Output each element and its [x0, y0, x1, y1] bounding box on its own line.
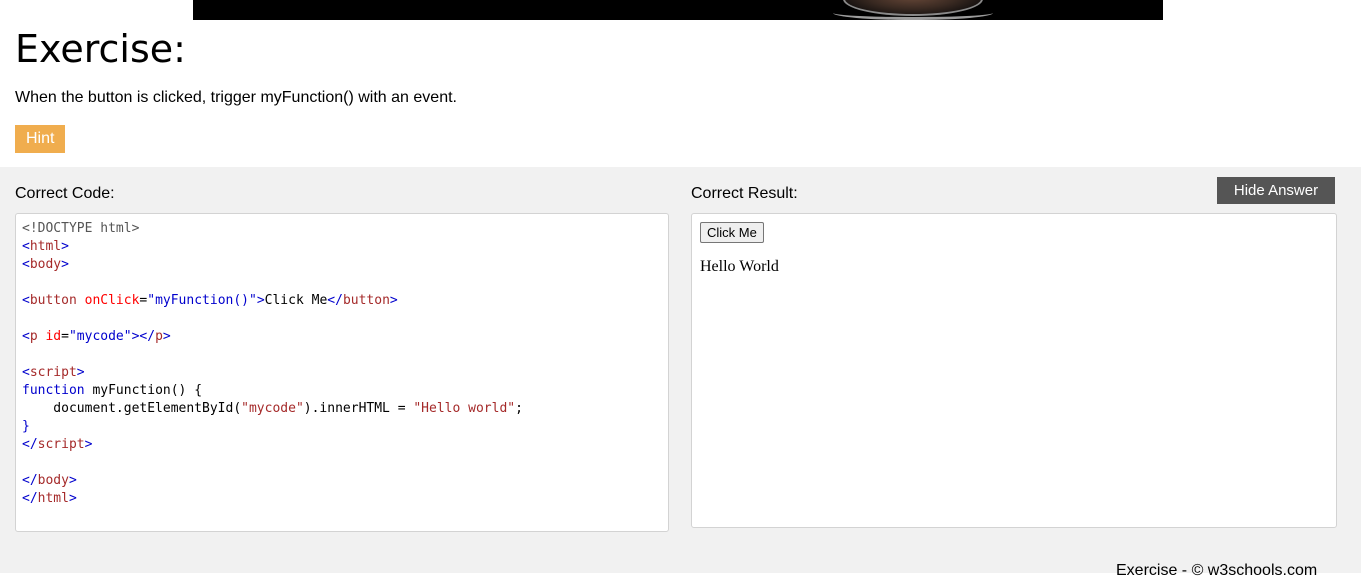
code-attr-id-value: "mycode" [68, 329, 132, 344]
code-statement-arg: "mycode" [241, 401, 304, 416]
code-function-declaration: myFunction() { [84, 383, 203, 398]
code-statement-mid: ).innerHTML = [303, 401, 414, 416]
code-line-script-open: <script> [22, 365, 85, 380]
answer-area: Correct Code: Correct Result: Hide Answe… [0, 167, 1361, 579]
code-attr-id: id [45, 329, 62, 344]
code-brace-close: } [22, 419, 30, 434]
code-tag-html-close: html [37, 491, 69, 506]
code-line-html-open: <html> [22, 239, 69, 254]
code-tag-script-close: script [37, 437, 85, 452]
code-statement-string: "Hello world" [413, 401, 516, 416]
code-doctype: <!DOCTYPE html> [22, 221, 140, 236]
code-tag-button: button [29, 293, 77, 308]
code-tag-script: script [29, 365, 77, 380]
footer-credit: Exercise - © w3schools.com [1116, 562, 1318, 579]
code-button-text: Click Me [264, 293, 328, 308]
code-attr-onclick: onClick [84, 293, 140, 308]
code-tag-body-close: body [37, 473, 69, 488]
hide-answer-button[interactable]: Hide Answer [1217, 177, 1335, 204]
code-line-body-close: </body> [22, 473, 77, 488]
hint-button[interactable]: Hint [15, 125, 66, 153]
code-line-statement: document.getElementById("mycode").innerH… [22, 400, 668, 418]
code-line-button: <button onClick="myFunction()">Click Me<… [22, 293, 398, 308]
code-tag-body: body [29, 257, 62, 272]
code-line-p: <p id="mycode"></p> [22, 329, 171, 344]
code-statement-end: ; [515, 401, 523, 416]
exercise-instruction: When the button is clicked, trigger myFu… [15, 89, 457, 106]
code-tag-p: p [29, 329, 38, 344]
code-tag-button-close: button [342, 293, 390, 308]
code-line-doctype: <!DOCTYPE html> [22, 220, 668, 238]
code-line-html-close: </html> [22, 491, 77, 506]
correct-result-box: Click Me Hello World [691, 213, 1337, 528]
correct-result-label: Correct Result: [691, 185, 798, 202]
click-me-button[interactable]: Click Me [700, 222, 764, 243]
code-statement-start: document.getElementById( [22, 401, 242, 416]
code-line-brace: } [22, 418, 668, 436]
page-title: Exercise: [15, 27, 186, 71]
correct-code-box: <!DOCTYPE html> <html> <body> <button on… [15, 213, 669, 532]
result-output-text: Hello World [700, 258, 779, 275]
correct-code-label: Correct Code: [15, 185, 115, 202]
code-tag-p-close: p [155, 329, 163, 344]
code-tag-html: html [29, 239, 62, 254]
code-keyword-function: function [22, 383, 85, 398]
code-attr-onclick-value: "myFunction()" [147, 293, 257, 308]
top-banner-image [193, 0, 1163, 20]
code-line-function: function myFunction() { [22, 382, 668, 400]
code-line-body-open: <body> [22, 257, 69, 272]
code-line-script-close: </script> [22, 437, 93, 452]
